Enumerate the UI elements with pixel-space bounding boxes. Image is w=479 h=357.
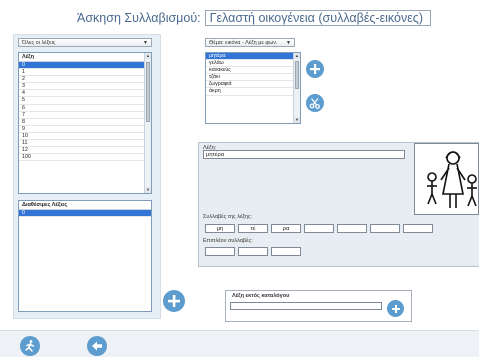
word-list[interactable]: Λέξη 0 1 2 3 4 5 6 7 8 9 10 11 12 100 ▲ ▼	[18, 52, 152, 194]
filter-dropdown-value: Όλες οι λέξεις	[22, 40, 56, 46]
word-list-row[interactable]: 100	[19, 154, 151, 162]
word-list-row[interactable]: 3	[19, 83, 151, 91]
theme-words-list[interactable]: μητέρα γελάω κανακεύς τζάκι ζωγραφιά άκρη ▲ ▼	[205, 52, 301, 124]
word-list-row[interactable]: 10	[19, 133, 151, 141]
chevron-down-icon: ▼	[286, 40, 291, 46]
scroll-down-icon[interactable]: ▼	[294, 117, 300, 123]
add-external-word-button[interactable]	[387, 300, 404, 317]
plus-icon	[168, 295, 180, 307]
theme-word-row[interactable]: κανακεύς	[206, 67, 300, 75]
word-list-row[interactable]: 1	[19, 69, 151, 77]
extra-syllable-input[interactable]	[271, 247, 301, 256]
word-list-row[interactable]: 4	[19, 90, 151, 98]
syllable-input[interactable]	[403, 224, 433, 233]
exercise-label: Άσκηση Συλλαβισμού:	[77, 11, 201, 25]
scroll-down-icon[interactable]: ▼	[145, 187, 151, 193]
arrow-left-icon	[92, 341, 102, 351]
theme-word-row[interactable]: άκρη	[206, 88, 300, 96]
scroll-thumb[interactable]	[146, 62, 150, 122]
extra-syllables-label: Επιπλέον συλλαβές:	[203, 238, 253, 244]
exit-button[interactable]	[20, 336, 40, 356]
available-words-list[interactable]: Διαθέσιμες Λέξεις 0	[18, 200, 152, 312]
syllables-label: Συλλαβές της λέξης:	[203, 214, 253, 220]
syllable-input[interactable]	[370, 224, 400, 233]
word-list-row[interactable]: 2	[19, 76, 151, 84]
word-list-row[interactable]: 0	[19, 62, 151, 70]
syllable-input[interactable]: τέ	[238, 224, 268, 233]
family-picture-icon	[427, 151, 477, 208]
available-words-header: Διαθέσιμες Λέξεις	[19, 201, 151, 210]
syllable-input[interactable]	[337, 224, 367, 233]
plus-icon	[391, 304, 400, 313]
available-word-row[interactable]: 0	[19, 210, 151, 218]
scroll-up-icon[interactable]: ▲	[294, 53, 300, 59]
add-word-button[interactable]	[306, 60, 324, 78]
category-dropdown[interactable]: Θέμα: εικόνα - Λέξη με φων. ▼	[205, 38, 295, 47]
word-input[interactable]: μητέρα	[203, 150, 405, 159]
category-dropdown-value: Θέμα: εικόνα - Λέξη με φων.	[209, 40, 278, 46]
syllable-input[interactable]: ρα	[271, 224, 301, 233]
extra-syllable-input[interactable]	[238, 247, 268, 256]
word-list-row[interactable]: 11	[19, 140, 151, 148]
external-word-label: Λέξη εκτός καταλόγου	[232, 293, 290, 299]
scroll-up-icon[interactable]: ▲	[145, 53, 151, 59]
syllable-input[interactable]: μη	[205, 224, 235, 233]
back-button[interactable]	[87, 336, 107, 356]
theme-words-scrollbar[interactable]: ▲ ▼	[293, 53, 300, 123]
extra-syllable-input[interactable]	[205, 247, 235, 256]
scissors-icon	[309, 98, 320, 109]
bottom-toolbar	[0, 330, 479, 357]
page-title: Άσκηση Συλλαβισμού: Γελαστή οικογένεια (…	[77, 10, 431, 26]
filter-dropdown[interactable]: Όλες οι λέξεις ▼	[18, 38, 152, 47]
syllable-input[interactable]	[304, 224, 334, 233]
add-available-word-button[interactable]	[163, 290, 185, 312]
external-word-input[interactable]	[230, 302, 382, 310]
split-syllables-button[interactable]	[306, 94, 324, 112]
exercise-name-field[interactable]: Γελαστή οικογένεια (συλλαβές-εικόνες)	[204, 10, 431, 26]
chevron-down-icon: ▼	[143, 40, 148, 46]
scroll-thumb[interactable]	[295, 61, 299, 89]
word-list-scrollbar[interactable]: ▲ ▼	[144, 53, 151, 193]
word-list-header: Λέξη	[19, 53, 151, 62]
word-list-row[interactable]: 8	[19, 119, 151, 126]
running-man-icon	[25, 340, 35, 352]
word-list-row[interactable]: 7	[19, 112, 151, 119]
word-list-row[interactable]: 6	[19, 105, 151, 112]
plus-icon	[310, 64, 320, 74]
word-list-row[interactable]: 9	[19, 126, 151, 133]
word-picture[interactable]	[414, 143, 479, 215]
word-list-row[interactable]: 5	[19, 97, 151, 105]
word-list-row[interactable]: 12	[19, 147, 151, 155]
